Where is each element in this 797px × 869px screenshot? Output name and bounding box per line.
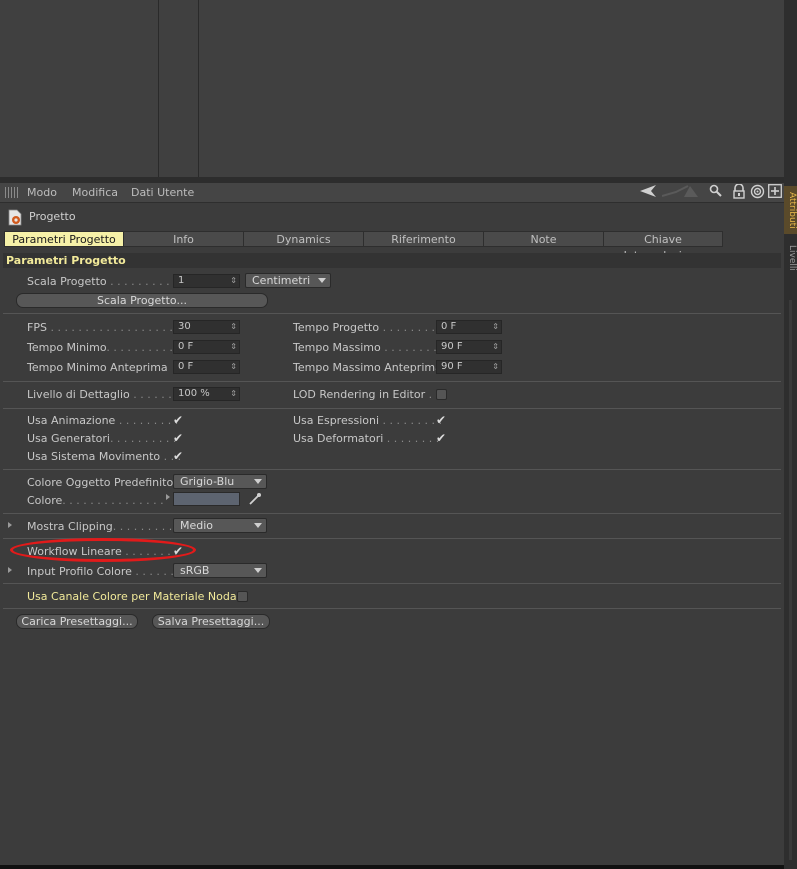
tab-dynamics[interactable]: Dynamics	[243, 231, 364, 247]
side-tab-strip: Attributi Livelli	[784, 0, 797, 869]
divider	[3, 513, 781, 514]
search-icon[interactable]	[709, 184, 723, 202]
color-label: Colore. . . . . . . . . . . . . . .	[27, 494, 164, 507]
tab-info[interactable]: Info	[123, 231, 244, 247]
min-preview-input[interactable]: 0 F ⇕	[173, 360, 240, 374]
divider	[3, 408, 781, 409]
tab-notes[interactable]: Note	[483, 231, 604, 247]
menu-user-data[interactable]: Dati Utente	[131, 186, 194, 199]
divider	[3, 469, 781, 470]
use-animation-checkbox[interactable]: ✔	[173, 414, 185, 426]
highlight-annotation	[10, 538, 196, 562]
lod-label: Livello di Dettaglio . . . . . .	[27, 388, 172, 401]
spinner-icon[interactable]: ⇕	[492, 341, 499, 353]
tab-project-settings[interactable]: Parametri Progetto	[4, 231, 124, 247]
spinner-icon[interactable]: ⇕	[492, 321, 499, 333]
object-name: Progetto	[29, 210, 76, 223]
use-animation-label: Usa Animazione . . . . . . . . .	[27, 414, 179, 427]
spinner-icon[interactable]: ⇕	[230, 361, 237, 373]
project-time-label: Tempo Progetto . . . . . . . . .	[293, 321, 443, 334]
spinner-icon[interactable]: ⇕	[230, 388, 237, 400]
object-manager-area	[0, 0, 784, 177]
eyedropper-icon[interactable]	[248, 492, 262, 509]
use-expressions-checkbox[interactable]: ✔	[436, 414, 448, 426]
spinner-icon[interactable]: ⇕	[492, 361, 499, 373]
target-icon[interactable]	[750, 184, 765, 203]
scale-project-button[interactable]: Scala Progetto...	[16, 293, 268, 308]
lod-editor-checkbox[interactable]	[436, 389, 447, 400]
default-color-dropdown[interactable]: Grigio-Blu	[173, 474, 267, 489]
use-motion-checkbox[interactable]: ✔	[173, 450, 185, 462]
clipping-label: Mostra Clipping. . . . . . . . . .	[27, 520, 180, 533]
object-header: Progetto	[0, 205, 784, 229]
load-presets-button[interactable]: Carica Presettaggi...	[16, 614, 138, 629]
attribute-menubar: Modo Modifica Dati Utente	[0, 183, 784, 203]
max-preview-label: Tempo Massimo Anteprima	[293, 361, 442, 374]
use-expressions-label: Usa Espressioni . . . . . . . . .	[293, 414, 442, 427]
divider	[3, 313, 781, 314]
use-generators-label: Usa Generatori. . . . . . . . . .	[27, 432, 177, 445]
bottom-edge	[0, 865, 784, 869]
divider	[3, 381, 781, 382]
expand-arrow-icon[interactable]	[166, 494, 170, 500]
default-color-label: Colore Oggetto Predefinito	[27, 476, 174, 489]
tab-reference[interactable]: Riferimento	[363, 231, 484, 247]
max-preview-input[interactable]: 90 F ⇕	[436, 360, 502, 374]
column-divider[interactable]	[158, 0, 159, 177]
chevron-down-icon	[254, 568, 262, 573]
node-material-label: Usa Canale Colore per Materiale Nodale	[27, 590, 247, 603]
scale-input[interactable]: 1 ⇕	[173, 274, 240, 288]
color-profile-dropdown[interactable]: sRGB	[173, 563, 267, 578]
expand-arrow-icon[interactable]	[8, 522, 12, 528]
menu-mode[interactable]: Modo	[27, 186, 57, 199]
lod-editor-label: LOD Rendering in Editor .	[293, 388, 433, 401]
lod-input[interactable]: 100 % ⇕	[173, 387, 240, 401]
project-icon	[7, 209, 23, 229]
menu-edit[interactable]: Modifica	[72, 186, 118, 199]
min-preview-label: Tempo Minimo Anteprima	[27, 361, 168, 374]
side-tab-layers[interactable]: Livelli	[784, 238, 797, 278]
use-motion-label: Usa Sistema Movimento . . .	[27, 450, 182, 463]
column-divider[interactable]	[198, 0, 199, 177]
divider	[3, 608, 781, 609]
use-deformers-label: Usa Deformatori . . . . . . . .	[293, 432, 440, 445]
color-profile-label: Input Profilo Colore . . . . . .	[27, 565, 174, 578]
divider	[3, 583, 781, 584]
add-icon[interactable]	[768, 184, 782, 202]
spinner-icon[interactable]: ⇕	[230, 321, 237, 333]
side-tab-attributes[interactable]: Attributi	[784, 186, 797, 234]
grip-icon[interactable]	[5, 187, 18, 198]
max-time-label: Tempo Massimo . . . . . . . . .	[293, 341, 444, 354]
chevron-down-icon	[254, 523, 262, 528]
fps-label: FPS . . . . . . . . . . . . . . . . . . …	[27, 321, 187, 334]
node-material-checkbox[interactable]	[237, 591, 248, 602]
clipping-dropdown[interactable]: Medio	[173, 518, 267, 533]
scale-label: Scala Progetto . . . . . . . . . .	[27, 275, 177, 288]
expand-arrow-icon[interactable]	[8, 567, 12, 573]
spinner-icon[interactable]: ⇕	[230, 341, 237, 353]
use-deformers-checkbox[interactable]: ✔	[436, 432, 448, 444]
save-presets-button[interactable]: Salva Presettaggi...	[152, 614, 270, 629]
fps-input[interactable]: 30 ⇕	[173, 320, 240, 334]
chevron-down-icon	[254, 479, 262, 484]
project-time-input[interactable]: 0 F ⇕	[436, 320, 502, 334]
tab-key-interpolation[interactable]: Chiave Interpolazione	[603, 231, 723, 262]
color-swatch[interactable]	[173, 492, 240, 506]
unit-dropdown[interactable]: Centimetri	[245, 273, 331, 288]
min-time-input[interactable]: 0 F ⇕	[173, 340, 240, 354]
use-generators-checkbox[interactable]: ✔	[173, 432, 185, 444]
spinner-icon[interactable]: ⇕	[230, 275, 237, 287]
arrow-left-icon[interactable]	[640, 184, 660, 202]
min-time-label: Tempo Minimo. . . . . . . . . . .	[27, 341, 180, 354]
section-header[interactable]: Parametri Progetto	[3, 253, 781, 268]
lock-icon[interactable]	[732, 183, 746, 203]
chevron-down-icon	[318, 278, 326, 283]
arrow-up-icon[interactable]	[661, 184, 698, 202]
scrollbar[interactable]	[789, 300, 792, 860]
max-time-input[interactable]: 90 F ⇕	[436, 340, 502, 354]
